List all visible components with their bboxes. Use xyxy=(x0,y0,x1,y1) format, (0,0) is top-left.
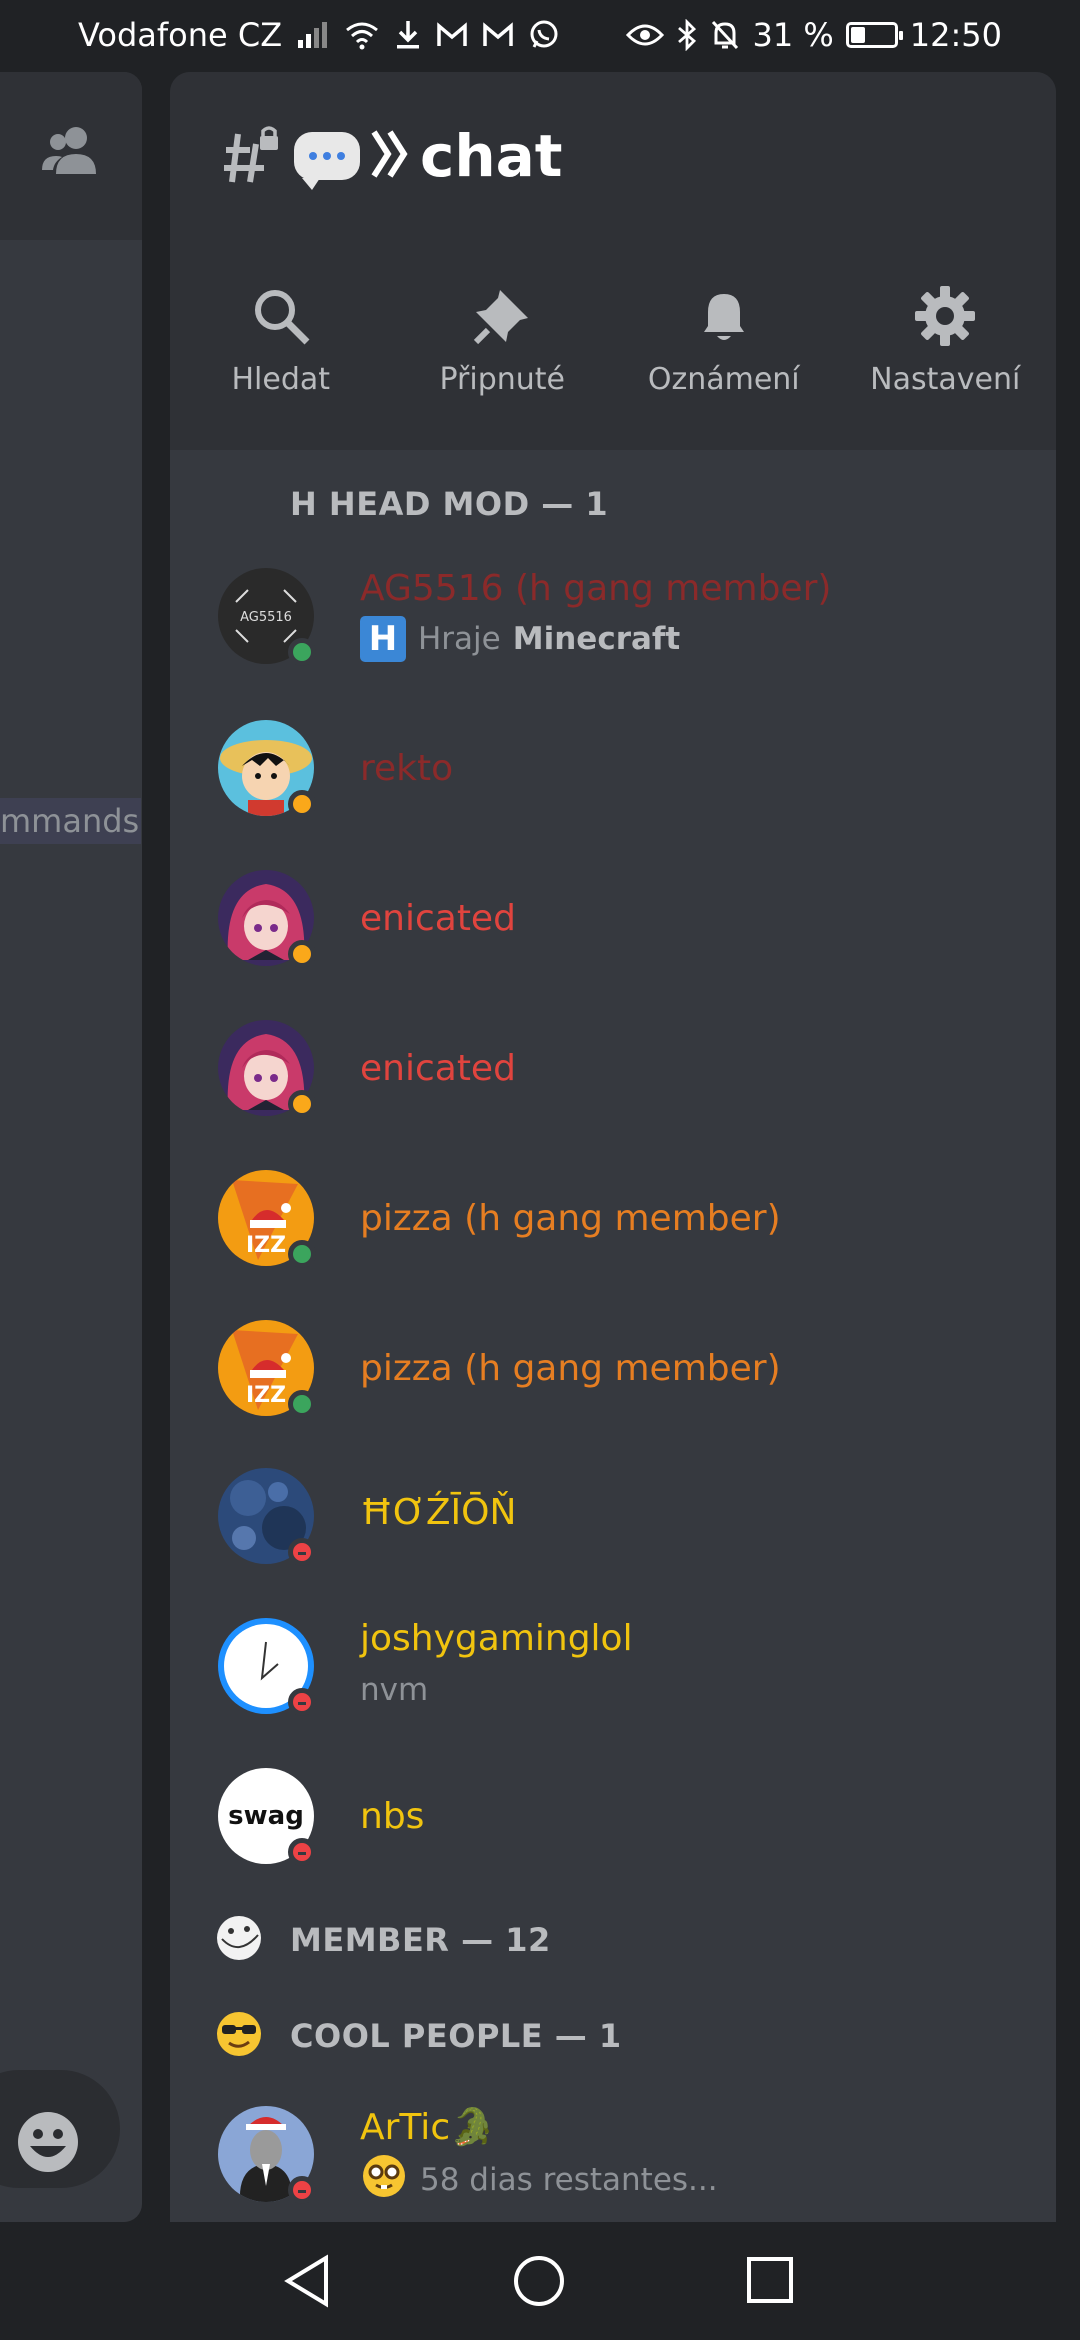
battery-icon xyxy=(845,22,903,48)
channel-drawer: chat Hledat Připnuté Oznámení Nastavení … xyxy=(170,72,1056,2222)
battery-percent: 31 % xyxy=(752,16,834,54)
members-icon[interactable] xyxy=(38,124,102,180)
nerd-face-emoji-icon xyxy=(360,2152,408,2208)
recents-button[interactable] xyxy=(746,2256,794,2308)
status-idle-icon xyxy=(288,1090,316,1118)
whatsapp-icon xyxy=(528,17,560,53)
member-row[interactable]: enicated xyxy=(218,870,1038,980)
double-chevron-icon xyxy=(370,126,410,186)
member-activity: H Hraje Minecraft xyxy=(360,616,680,662)
member-name: nbs xyxy=(360,1796,425,1837)
status-idle-icon xyxy=(288,940,316,968)
locked-hash-icon xyxy=(220,124,284,188)
search-button[interactable]: Hledat xyxy=(170,260,392,450)
speech-bubble-emoji xyxy=(294,132,360,190)
game-h-icon: H xyxy=(360,616,406,662)
pinned-label: Připnuté xyxy=(439,362,566,397)
gmail-icon xyxy=(482,17,514,53)
status-dnd-icon xyxy=(288,2176,316,2204)
gear-icon xyxy=(915,286,976,346)
bell-off-icon xyxy=(710,17,740,53)
emoji-picker-icon[interactable] xyxy=(16,2110,80,2178)
search-icon xyxy=(254,290,310,345)
background-chat-panel: mmands xyxy=(0,72,142,2222)
status-online-icon xyxy=(288,638,316,666)
signal-icon xyxy=(296,17,330,53)
section-title: H HEAD MOD — 1 xyxy=(290,485,609,523)
status-bar: Vodafone CZ 31 % 12:50 xyxy=(0,0,1080,72)
status-online-icon xyxy=(288,1240,316,1268)
avatar-text: swag xyxy=(228,1801,304,1831)
pinned-button[interactable]: Připnuté xyxy=(392,260,614,450)
section-header-member: MEMBER — 12 xyxy=(214,1910,551,1970)
settings-button[interactable]: Nastavení xyxy=(835,260,1057,450)
back-button[interactable] xyxy=(282,2254,332,2312)
wifi-icon xyxy=(344,17,380,53)
member-row[interactable]: ArTic🐊 58 dias restantes... xyxy=(218,2106,1038,2216)
activity-game: Minecraft xyxy=(512,621,681,657)
member-row[interactable]: joshygaminglol nvm xyxy=(218,1618,1038,1728)
member-row[interactable]: swag nbs xyxy=(218,1768,1038,1878)
member-name: AG5516 (h gang member) xyxy=(360,568,832,609)
section-header-head-mod: H HEAD MOD — 1 xyxy=(290,474,608,534)
commands-channel-fragment[interactable]: mmands xyxy=(0,798,142,844)
status-dnd-icon xyxy=(288,1538,316,1566)
member-list: H HEAD MOD — 1 AG5516 AG5516 (h gang mem… xyxy=(170,450,1056,2222)
member-custom-status: nvm xyxy=(360,1672,429,1708)
settings-label: Nastavení xyxy=(870,362,1021,397)
channel-header: chat xyxy=(170,72,1056,263)
android-nav-bar xyxy=(0,2222,1080,2340)
status-online-icon xyxy=(288,1390,316,1418)
member-name: ĦƠŹĪŌŇ xyxy=(360,1492,517,1533)
status-dnd-icon xyxy=(288,1838,316,1866)
channel-actions-bar: Hledat Připnuté Oznámení Nastavení xyxy=(170,260,1056,450)
avatar-text: IZZ xyxy=(246,1233,286,1258)
member-row[interactable]: rekto xyxy=(218,720,1038,830)
member-row[interactable]: enicated xyxy=(218,1020,1038,1130)
background-chat-header xyxy=(0,72,142,240)
download-icon xyxy=(394,17,422,53)
clock: 12:50 xyxy=(909,16,1002,54)
channel-title: chat xyxy=(420,122,563,190)
member-custom-status: 58 dias restantes... xyxy=(360,2152,718,2208)
activity-prefix: Hraje xyxy=(418,621,501,657)
member-row[interactable]: ĦƠŹĪŌŇ xyxy=(218,1468,1038,1578)
status-dnd-icon xyxy=(288,1688,316,1716)
section-title: MEMBER — 12 xyxy=(290,1921,551,1959)
section-header-cool-people: COOL PEOPLE — 1 xyxy=(214,2006,622,2066)
section-title: COOL PEOPLE — 1 xyxy=(290,2017,622,2055)
bell-icon xyxy=(703,294,744,340)
member-name: rekto xyxy=(360,748,454,789)
member-name: pizza (h gang member) xyxy=(360,1348,781,1389)
member-name: enicated xyxy=(360,1048,516,1089)
sunglasses-emoji-icon xyxy=(214,2009,264,2063)
notifications-button[interactable]: Oznámení xyxy=(613,260,835,450)
avatar-text: AG5516 xyxy=(240,610,292,625)
carrier-label: Vodafone CZ xyxy=(78,16,283,54)
member-row[interactable]: IZZ pizza (h gang member) xyxy=(218,1320,1038,1430)
eye-icon xyxy=(626,17,665,53)
custom-status-text: 58 dias restantes... xyxy=(420,2162,718,2198)
trollface-emoji-icon xyxy=(214,1913,264,1967)
bluetooth-icon xyxy=(676,17,698,53)
pin-icon xyxy=(474,290,529,345)
member-row[interactable]: IZZ pizza (h gang member) xyxy=(218,1170,1038,1280)
member-row[interactable]: AG5516 AG5516 (h gang member) H Hraje Mi… xyxy=(218,568,1038,678)
member-name: ArTic🐊 xyxy=(360,2107,495,2148)
member-name: joshygaminglol xyxy=(360,1618,633,1659)
avatar-text: IZZ xyxy=(246,1383,286,1408)
member-name: enicated xyxy=(360,898,516,939)
home-button[interactable] xyxy=(512,2254,566,2312)
gmail-icon xyxy=(436,17,468,53)
search-label: Hledat xyxy=(231,362,331,397)
notifications-label: Oznámení xyxy=(647,362,800,397)
member-name: pizza (h gang member) xyxy=(360,1198,781,1239)
status-idle-icon xyxy=(288,790,316,818)
